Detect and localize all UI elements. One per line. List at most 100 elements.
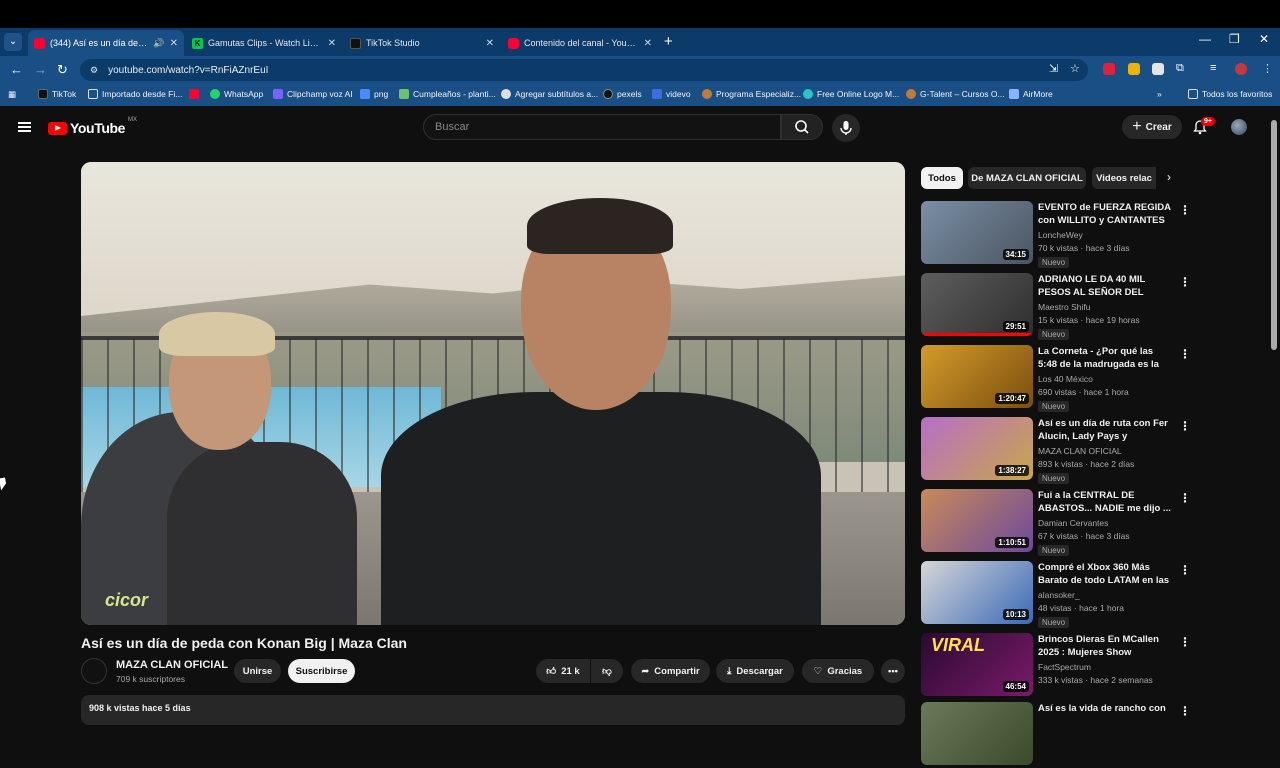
close-tab-icon[interactable]: ✕ — [644, 38, 652, 49]
video-thumbnail[interactable]: VIRAL 46:54 — [921, 633, 1033, 696]
browser-tab-4[interactable]: Contenido del canal - YouTube ✕ — [502, 30, 658, 56]
browser-tab-1[interactable]: (344) Así es un día de peda 🔊 ✕ — [28, 30, 184, 56]
more-vertical-icon[interactable]: ⋮ — [1179, 635, 1191, 649]
browser-menu-icon[interactable]: ⋮ — [1262, 62, 1273, 75]
site-info-icon[interactable]: ⚙ — [90, 65, 98, 76]
related-video-item[interactable]: 1:20:47 La Corneta - ¿Por qué las 5:48 de… — [921, 345, 1191, 412]
related-video-item[interactable]: 34:15 EVENTO de FUERZA REGIDA con WILLITO… — [921, 201, 1191, 268]
share-button[interactable]: ➦ Compartir — [631, 659, 710, 683]
more-vertical-icon[interactable]: ⋮ — [1179, 419, 1191, 433]
video-player[interactable]: cicor — [81, 162, 905, 625]
related-video-item[interactable]: 29:51 ADRIANO LE DA 40 MIL PESOS AL SEÑOR… — [921, 273, 1191, 340]
like-button[interactable]: 👍︎ 21 k — [536, 659, 590, 683]
restore-icon[interactable]: ❐ — [1229, 32, 1240, 46]
related-video-title[interactable]: EVENTO de FUERZA REGIDA con WILLITO y CA… — [1038, 201, 1174, 227]
video-thumbnail[interactable]: 1:38:27 — [921, 417, 1033, 480]
more-vertical-icon[interactable]: ⋮ — [1179, 704, 1191, 718]
bookmark-png[interactable]: png — [360, 89, 388, 99]
video-thumbnail[interactable]: 1:10:51 — [921, 489, 1033, 552]
bookmark-videvo[interactable]: videvo — [652, 89, 691, 99]
channel-name[interactable]: MAZA CLAN OFICIAL — [116, 659, 228, 671]
related-video-title[interactable]: La Corneta - ¿Por qué las 5:48 de la mad… — [1038, 345, 1174, 371]
bookmark-programa[interactable]: Programa Especializ... — [702, 89, 801, 99]
extensions-puzzle-icon[interactable]: ⧉ — [1176, 62, 1184, 75]
bookmark-importado[interactable]: Importado desde Fi... — [88, 89, 182, 99]
profile-avatar-icon[interactable] — [1235, 63, 1247, 75]
new-tab-plus-icon[interactable]: + — [664, 33, 673, 50]
related-video-channel[interactable]: Los 40 México — [1038, 374, 1093, 384]
bookmark-whatsapp[interactable]: WhatsApp — [210, 89, 263, 99]
more-vertical-icon[interactable]: ⋮ — [1179, 275, 1191, 289]
voice-search-button[interactable] — [832, 114, 860, 142]
bookmark-youtube[interactable] — [189, 89, 199, 99]
close-tab-icon[interactable]: ✕ — [486, 38, 494, 49]
chip-related[interactable]: Videos relac — [1092, 167, 1156, 189]
bookmark-gtalent[interactable]: G-Talent – Cursos O... — [906, 89, 1005, 99]
search-input[interactable] — [435, 121, 780, 133]
back-arrow-icon[interactable]: ← — [10, 62, 23, 77]
chip-todos[interactable]: Todos — [921, 167, 963, 189]
related-video-item[interactable]: 1:10:51 Fui a la CENTRAL DE ABASTOS... NA… — [921, 489, 1191, 556]
related-video-channel[interactable]: Damian Cervantes — [1038, 518, 1108, 528]
forward-arrow-icon[interactable]: → — [34, 62, 47, 77]
channel-avatar[interactable] — [81, 658, 107, 684]
video-thumbnail[interactable]: 29:51 — [921, 273, 1033, 336]
related-video-title[interactable]: Así es la vida de rancho con — [1038, 702, 1174, 715]
close-window-icon[interactable]: ✕ — [1259, 32, 1269, 46]
bookmark-tiktok[interactable]: TikTok — [38, 89, 76, 99]
tab-search-chevron-icon[interactable]: ⌄ — [4, 33, 22, 51]
speaker-icon[interactable]: 🔊 — [153, 38, 164, 49]
more-vertical-icon[interactable]: ⋮ — [1179, 347, 1191, 361]
related-video-channel[interactable]: Maestro Shifu — [1038, 302, 1090, 312]
reload-icon[interactable]: ↻ — [57, 62, 68, 78]
extension-white-icon[interactable] — [1152, 63, 1164, 75]
close-tab-icon[interactable]: ✕ — [170, 38, 178, 49]
related-video-title[interactable]: Compré el Xbox 360 Más Barato de todo LA… — [1038, 561, 1174, 587]
more-vertical-icon[interactable]: ⋮ — [1179, 491, 1191, 505]
bookmark-pexels[interactable]: pexels — [603, 89, 642, 99]
address-bar[interactable]: ⚙ youtube.com/watch?v=RnFiAZnrEuI — [80, 59, 1088, 81]
related-video-channel[interactable]: LoncheWey — [1038, 230, 1083, 240]
browser-tab-2[interactable]: K Gamutas Clips - Watch Live on ✕ — [186, 30, 342, 56]
subscribe-button[interactable]: Suscribirse — [288, 659, 355, 683]
install-app-icon[interactable]: ⇲ — [1049, 62, 1058, 75]
bookmark-star-icon[interactable]: ☆ — [1070, 62, 1080, 75]
video-thumbnail[interactable] — [921, 702, 1033, 765]
bookmarks-overflow-icon[interactable]: » — [1157, 89, 1162, 99]
media-control-icon[interactable]: ≡ — [1210, 62, 1216, 74]
youtube-logo[interactable]: YouTube MX — [48, 117, 137, 136]
related-video-title[interactable]: Brincos Dieras En MCallen 2025 : Mujeres… — [1038, 633, 1174, 659]
more-actions-button[interactable]: ••• — [881, 659, 905, 683]
thanks-button[interactable]: ♡ Gracias — [802, 659, 874, 683]
menu-hamburger-icon[interactable] — [18, 122, 31, 132]
extension-yellow-icon[interactable] — [1128, 63, 1140, 75]
close-tab-icon[interactable]: ✕ — [328, 38, 336, 49]
search-button[interactable] — [781, 114, 823, 140]
related-video-title[interactable]: Así es un día de ruta con Fer Alucin, La… — [1038, 417, 1174, 443]
minimize-icon[interactable]: — — [1199, 32, 1211, 46]
related-video-title[interactable]: ADRIANO LE DA 40 MIL PESOS AL SEÑOR DEL … — [1038, 273, 1174, 299]
apps-grid-icon[interactable]: ▦ — [8, 89, 16, 100]
chevron-right-icon[interactable]: › — [1167, 170, 1171, 184]
related-video-item[interactable]: VIRAL 46:54 Brincos Dieras En MCallen 2025… — [921, 633, 1191, 699]
related-video-item[interactable]: 10:13 Compré el Xbox 360 Más Barato de to… — [921, 561, 1191, 628]
bookmark-clipchamp[interactable]: Clipchamp voz AI — [273, 89, 353, 99]
video-thumbnail[interactable]: 10:13 — [921, 561, 1033, 624]
more-vertical-icon[interactable]: ⋮ — [1179, 563, 1191, 577]
related-video-channel[interactable]: MAZA CLAN OFICIAL — [1038, 446, 1122, 456]
related-video-channel[interactable]: FactSpectrum — [1038, 662, 1091, 672]
extension-red-icon[interactable] — [1103, 63, 1115, 75]
related-video-channel[interactable]: alansoker_ — [1038, 590, 1080, 600]
more-vertical-icon[interactable]: ⋮ — [1179, 203, 1191, 217]
video-thumbnail[interactable]: 34:15 — [921, 201, 1033, 264]
create-button[interactable]: + Crear — [1122, 115, 1182, 139]
bookmark-subtitulos[interactable]: Agregar subtítulos a... — [501, 89, 598, 99]
bookmark-logo[interactable]: Free Online Logo M... — [803, 89, 899, 99]
chip-channel[interactable]: De MAZA CLAN OFICIAL — [968, 167, 1086, 189]
browser-tab-3[interactable]: TikTok Studio ✕ — [344, 30, 500, 56]
description-box[interactable]: 908 k vistas hace 5 días — [81, 695, 905, 725]
related-video-item[interactable]: 1:38:27 Así es un día de ruta con Fer Alu… — [921, 417, 1191, 484]
join-button[interactable]: Unirse — [234, 659, 281, 683]
bookmark-airmore[interactable]: AirMore — [1009, 89, 1053, 99]
all-bookmarks[interactable]: Todos los favoritos — [1188, 89, 1272, 99]
